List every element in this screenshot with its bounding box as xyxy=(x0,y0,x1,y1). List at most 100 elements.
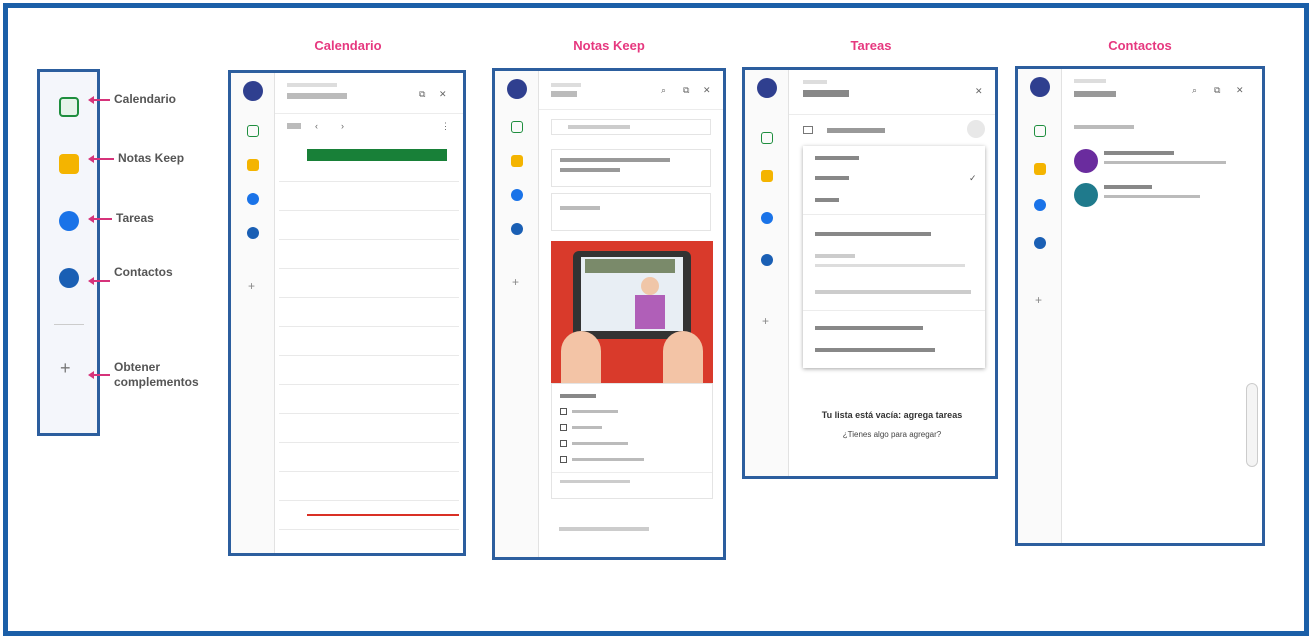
rail-label-addons-2: complementos xyxy=(114,375,199,389)
tasks-icon[interactable] xyxy=(761,212,773,224)
keep-mini-rail: + xyxy=(495,71,539,557)
header-title xyxy=(551,91,577,97)
add-icon[interactable]: + xyxy=(248,279,255,293)
title-keep: Notas Keep xyxy=(573,38,645,53)
section-caption xyxy=(1074,125,1134,129)
header-title xyxy=(1074,91,1116,97)
empty-state-subtitle: ¿Tienes algo para agregar? xyxy=(842,430,942,439)
arrow-keep xyxy=(88,155,114,163)
keep-icon[interactable] xyxy=(1034,163,1046,175)
add-task-icon[interactable] xyxy=(803,126,813,134)
calendar-icon[interactable] xyxy=(761,132,773,144)
tasks-icon[interactable] xyxy=(59,211,79,231)
note-card[interactable] xyxy=(551,149,711,187)
account-avatar[interactable] xyxy=(243,81,263,101)
scrollbar[interactable] xyxy=(1246,383,1258,467)
check-icon: ✓ xyxy=(969,173,977,183)
note-card[interactable] xyxy=(551,193,711,231)
date-selector[interactable] xyxy=(287,93,347,99)
menu-item-delete xyxy=(815,254,855,258)
account-avatar[interactable] xyxy=(507,79,527,99)
prev-day-icon[interactable]: ‹ xyxy=(315,121,318,131)
menu-item-delete-completed xyxy=(815,290,971,294)
menu-item-sort[interactable] xyxy=(815,156,859,160)
menu-item-my-order[interactable] xyxy=(815,176,849,180)
header-caption xyxy=(1074,79,1106,83)
more-options-icon[interactable] xyxy=(967,120,985,138)
contact-email xyxy=(1104,161,1226,164)
add-task-button[interactable] xyxy=(827,128,885,133)
menu-item-feedback[interactable] xyxy=(815,348,935,352)
account-avatar[interactable] xyxy=(757,78,777,98)
side-panel-rail: + xyxy=(37,69,100,436)
calendar-mini-rail: + xyxy=(231,73,275,553)
tasks-icon[interactable] xyxy=(511,189,523,201)
open-tab-icon[interactable]: ⧉ xyxy=(419,89,425,100)
completed-items-toggle[interactable] xyxy=(559,527,649,531)
menu-item-date[interactable] xyxy=(815,198,839,202)
add-icon[interactable]: + xyxy=(762,314,769,328)
rail-label-contacts: Contactos xyxy=(114,265,173,279)
menu-item-shortcuts[interactable] xyxy=(815,326,923,330)
close-icon[interactable]: ✕ xyxy=(975,86,983,97)
arrow-calendar xyxy=(88,96,110,104)
tasks-icon[interactable] xyxy=(247,193,259,205)
add-icon[interactable]: + xyxy=(1035,293,1042,307)
contact-avatar[interactable] xyxy=(1074,183,1098,207)
contacts-mini-rail: + xyxy=(1018,69,1062,543)
add-icon[interactable]: + xyxy=(60,358,71,379)
keep-icon[interactable] xyxy=(59,154,79,174)
rail-label-tasks: Tareas xyxy=(116,211,154,225)
title-calendar: Calendario xyxy=(314,38,382,53)
checklist-card[interactable] xyxy=(551,383,713,499)
calendar-icon[interactable] xyxy=(511,121,523,133)
keep-icon[interactable] xyxy=(761,170,773,182)
calendar-icon[interactable] xyxy=(1034,125,1046,137)
close-icon[interactable]: ✕ xyxy=(439,89,447,100)
close-icon[interactable]: ✕ xyxy=(1236,85,1244,96)
account-avatar[interactable] xyxy=(1030,77,1050,97)
contacts-icon[interactable] xyxy=(761,254,773,266)
empty-state-title: Tu lista está vacía: agrega tareas xyxy=(821,410,963,420)
tasks-icon[interactable] xyxy=(1034,199,1046,211)
menu-item-rename[interactable] xyxy=(815,232,931,236)
calendar-icon[interactable] xyxy=(59,97,79,117)
header-caption xyxy=(551,83,581,87)
all-day-event[interactable] xyxy=(307,149,447,161)
current-time-line xyxy=(307,514,459,516)
today-button[interactable] xyxy=(287,123,301,129)
arrow-tasks xyxy=(88,215,112,223)
task-list-selector[interactable] xyxy=(803,90,849,97)
divider xyxy=(789,114,995,115)
contacts-icon[interactable] xyxy=(247,227,259,239)
hour-grid xyxy=(279,169,459,549)
add-icon[interactable]: + xyxy=(512,275,519,289)
task-options-menu: ✓ xyxy=(803,146,985,368)
contacts-icon[interactable] xyxy=(1034,237,1046,249)
tasks-panel: + ✕ ✓ Tu lista está vacía: agrega tareas… xyxy=(742,67,998,479)
header-caption xyxy=(287,83,337,87)
arrow-contacts xyxy=(88,277,110,285)
title-tasks: Tareas xyxy=(850,38,892,53)
more-icon[interactable]: ⋮ xyxy=(441,121,450,132)
contact-name[interactable] xyxy=(1104,151,1174,155)
close-icon[interactable]: ✕ xyxy=(703,85,711,96)
calendar-icon[interactable] xyxy=(247,125,259,137)
search-icon[interactable]: ⌕ xyxy=(1192,85,1197,96)
rail-divider xyxy=(54,324,84,325)
open-tab-icon[interactable]: ⧉ xyxy=(1214,85,1220,96)
rail-label-calendar: Calendario xyxy=(114,92,177,106)
next-day-icon[interactable]: › xyxy=(341,121,344,131)
contact-name[interactable] xyxy=(1104,185,1152,189)
contact-avatar[interactable] xyxy=(1074,149,1098,173)
contacts-icon[interactable] xyxy=(59,268,79,288)
take-note-input[interactable] xyxy=(551,119,711,135)
calendar-panel: + ⧉ ✕ ‹ › ⋮ xyxy=(228,70,466,556)
keep-icon[interactable] xyxy=(511,155,523,167)
search-icon[interactable]: ⌕ xyxy=(661,85,666,96)
open-tab-icon[interactable]: ⧉ xyxy=(683,85,689,96)
keep-icon[interactable] xyxy=(247,159,259,171)
arrow-addons xyxy=(88,371,110,379)
contacts-icon[interactable] xyxy=(511,223,523,235)
title-contacts: Contactos xyxy=(1108,38,1172,53)
